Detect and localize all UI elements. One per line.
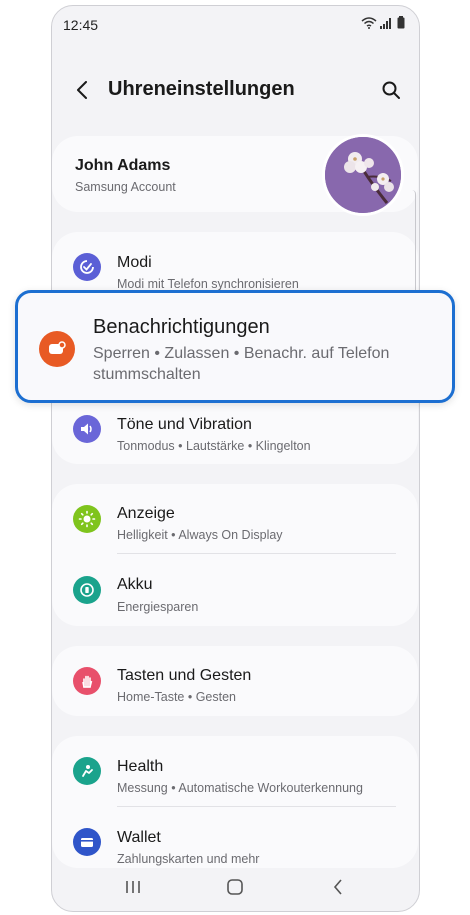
item-subtitle: Messung • Automatische Workouterkennung: [117, 781, 363, 795]
scroll-indicator: [412, 190, 416, 300]
item-label: Töne und Vibration: [117, 416, 252, 433]
notification-icon: [39, 331, 75, 367]
settings-card-2: Anzeige Helligkeit • Always On Display A…: [52, 484, 418, 626]
item-label: Akku: [117, 576, 153, 593]
list-item-battery[interactable]: Akku Energiesparen: [52, 555, 418, 625]
health-icon: [73, 757, 101, 785]
battery-status-icon: [397, 16, 405, 29]
status-icons: [361, 16, 405, 29]
item-subtitle: Home-Taste • Gesten: [117, 690, 237, 704]
blossom-image: [325, 137, 401, 213]
signal-icon: [380, 17, 391, 29]
recent-apps-button[interactable]: [113, 867, 153, 907]
account-card[interactable]: John Adams Samsung Account: [52, 134, 418, 216]
list-item-sound[interactable]: Töne und Vibration Tonmodus • Lautstärke…: [52, 394, 418, 464]
gesture-icon: [73, 667, 101, 695]
item-subtitle: Tonmodus • Lautstärke • Klingelton: [117, 439, 311, 453]
back-arrow-icon: [77, 81, 87, 99]
search-button[interactable]: [377, 76, 405, 104]
page-title: Uhreneinstellungen: [108, 78, 295, 100]
settings-card-4: Health Messung • Automatische Workouterk…: [52, 736, 418, 868]
account-name: John Adams: [75, 157, 171, 174]
item-subtitle: Energiesparen: [117, 600, 199, 614]
display-icon: [73, 505, 101, 533]
list-item-health[interactable]: Health Messung • Automatische Workouterk…: [52, 736, 418, 806]
avatar[interactable]: [322, 134, 404, 216]
divider: [117, 553, 396, 554]
status-bar: 12:45: [52, 6, 419, 46]
recent-apps-icon: [126, 881, 140, 893]
home-button[interactable]: [215, 867, 255, 907]
nav-back-button[interactable]: [318, 867, 358, 907]
list-item-gestures[interactable]: Tasten und Gesten Home-Taste • Gesten: [52, 646, 418, 716]
item-label: Health: [117, 758, 164, 775]
modes-icon: [73, 253, 101, 281]
navigation-bar: [52, 863, 419, 911]
wifi-icon: [361, 16, 377, 29]
item-subtitle: Sperren • Zulassen • Benachr. auf Telefo…: [93, 345, 390, 383]
list-item-display[interactable]: Anzeige Helligkeit • Always On Display: [52, 484, 418, 554]
nav-back-icon: [333, 879, 342, 895]
settings-card-3: Tasten und Gesten Home-Taste • Gesten: [52, 646, 418, 716]
item-label: Wallet: [117, 829, 161, 846]
item-label: Benachrichtigungen: [93, 316, 270, 338]
phone-frame: 12:45 Uhreneinstellungen John Adams Sams…: [51, 5, 420, 912]
battery-icon: [73, 576, 101, 604]
wallet-icon: [73, 828, 101, 856]
status-time: 12:45: [63, 17, 99, 33]
item-label: Tasten und Gesten: [117, 667, 252, 684]
list-item-notifications[interactable]: Benachrichtigungen Sperren • Zulassen • …: [15, 290, 455, 403]
search-icon: [382, 81, 400, 99]
item-subtitle: Helligkeit • Always On Display: [117, 528, 283, 542]
item-subtitle: Modi mit Telefon synchronisieren: [117, 277, 299, 291]
item-label: Modi: [117, 254, 152, 271]
back-button[interactable]: [68, 76, 96, 104]
account-subtitle: Samsung Account: [75, 180, 176, 194]
sound-icon: [73, 415, 101, 443]
item-label: Anzeige: [117, 505, 175, 522]
app-bar: Uhreneinstellungen: [52, 68, 419, 112]
home-icon: [227, 879, 244, 895]
